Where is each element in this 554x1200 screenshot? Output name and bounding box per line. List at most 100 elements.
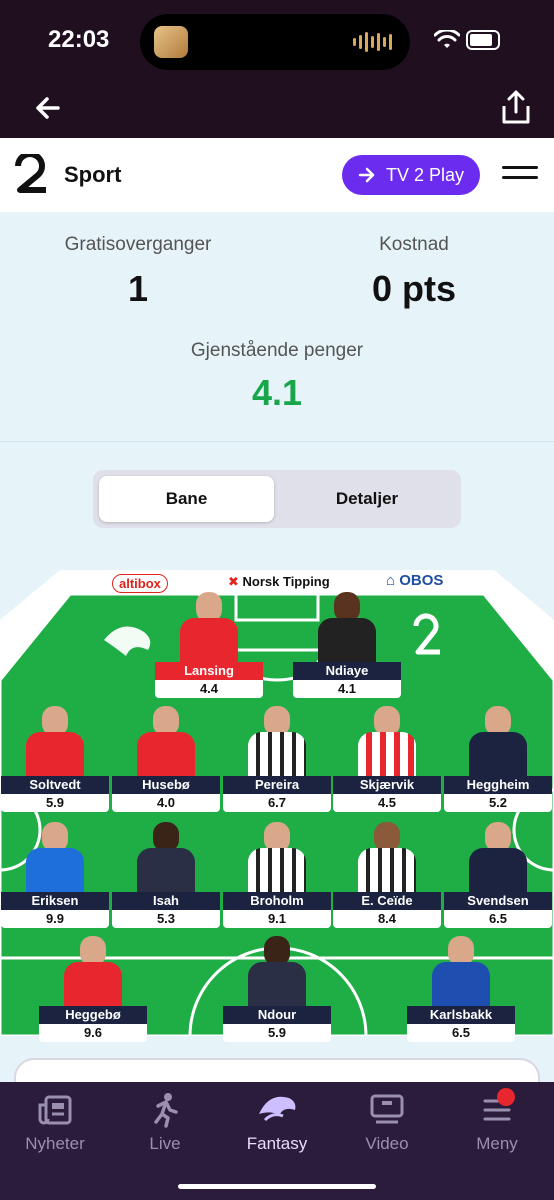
sponsor-altibox: altibox — [112, 574, 168, 593]
player-price: 4.1 — [293, 680, 401, 698]
battery-icon — [466, 30, 500, 50]
pitch: altibox ✖ Norsk Tipping ⌂ OBOS Lansing 4… — [0, 570, 554, 1042]
money-left-value: 4.1 — [251, 372, 303, 413]
bottom-tab-bar: Nyheter Live Fantasy Video Meny — [0, 1082, 554, 1200]
tab-detaljer[interactable]: Detaljer — [279, 476, 455, 522]
player-name: Heggebø — [39, 1006, 147, 1024]
player-name: Husebø — [112, 776, 220, 794]
tv2-play-label: TV 2 Play — [385, 164, 465, 185]
free-transfers-value: 1 — [127, 268, 149, 309]
tab-label: Fantasy — [246, 1134, 308, 1153]
sponsor-obos: ⌂ OBOS — [386, 572, 444, 589]
jersey-icon — [430, 936, 492, 1006]
player-name: Lansing — [155, 662, 263, 680]
tab-label: Live — [149, 1134, 181, 1153]
player-name: Eriksen — [1, 892, 109, 910]
player-price: 9.6 — [39, 1024, 147, 1042]
player-name: Soltvedt — [1, 776, 109, 794]
player-card[interactable]: Ndiaye 4.1 — [293, 592, 401, 698]
player-name: Karlsbakk — [407, 1006, 515, 1024]
tab-video[interactable]: Video — [332, 1092, 442, 1154]
free-transfers-label: Gratisoverganger — [64, 234, 212, 255]
tab-bane[interactable]: Bane — [99, 476, 274, 522]
running-player-icon — [154, 1093, 178, 1128]
player-card[interactable]: Eriksen 9.9 — [1, 822, 109, 928]
player-name: Pereira — [223, 776, 331, 794]
player-name: Broholm — [223, 892, 331, 910]
transfer-stats: Gratisoverganger 1 Kostnad 0 pts Gjenstå… — [0, 212, 554, 442]
player-name: E. Ceïde — [333, 892, 441, 910]
player-card[interactable]: Skjærvik 4.5 — [333, 706, 441, 812]
status-bar: 22:03 — [0, 0, 554, 80]
tv2-logo[interactable] — [14, 154, 50, 194]
jersey-icon — [24, 822, 86, 892]
tab-fantasy[interactable]: Fantasy — [222, 1092, 332, 1154]
player-price: 6.5 — [444, 910, 552, 928]
player-name: Heggheim — [444, 776, 552, 794]
tab-label: Nyheter — [25, 1134, 85, 1153]
app-nav-bar — [0, 80, 554, 138]
jersey-icon — [24, 706, 86, 776]
player-card[interactable]: Broholm 9.1 — [223, 822, 331, 928]
back-arrow-icon[interactable] — [30, 90, 66, 126]
player-card[interactable]: Isah 5.3 — [112, 822, 220, 928]
sponsor-norsk-tipping: ✖ Norsk Tipping — [228, 574, 330, 589]
player-price: 5.9 — [1, 794, 109, 812]
jersey-icon — [246, 706, 308, 776]
tab-meny[interactable]: Meny — [442, 1092, 552, 1154]
player-price: 4.5 — [333, 794, 441, 812]
player-price: 4.4 — [155, 680, 263, 698]
fantasy-lion-icon — [259, 1096, 296, 1122]
newspaper-icon — [38, 1095, 72, 1125]
jersey-icon — [135, 706, 197, 776]
jersey-icon — [356, 822, 418, 892]
tab-label: Video — [365, 1134, 409, 1153]
player-price: 8.4 — [333, 910, 441, 928]
player-card[interactable]: Heggebø 9.6 — [39, 936, 147, 1042]
player-name: Ndour — [223, 1006, 331, 1024]
player-name: Skjærvik — [333, 776, 441, 794]
tv2-play-button[interactable]: TV 2 Play — [342, 155, 480, 195]
player-price: 5.2 — [444, 794, 552, 812]
player-card[interactable]: Svendsen 6.5 — [444, 822, 552, 928]
money-left-label: Gjenstående penger — [190, 340, 364, 361]
player-price: 5.9 — [223, 1024, 331, 1042]
jersey-icon — [135, 822, 197, 892]
obos-icon: ⌂ — [386, 572, 396, 589]
player-card[interactable]: Heggheim 5.2 — [444, 706, 552, 812]
player-card[interactable]: Karlsbakk 6.5 — [407, 936, 515, 1042]
tab-nyheter[interactable]: Nyheter — [0, 1092, 110, 1154]
site-header: Sport TV 2 Play — [0, 138, 554, 212]
hamburger-menu-icon[interactable] — [502, 166, 538, 184]
brand-name: Sport — [64, 162, 122, 187]
home-indicator — [178, 1184, 376, 1189]
arrow-right-icon — [358, 167, 375, 183]
tab-live[interactable]: Live — [110, 1092, 220, 1154]
player-card[interactable]: Lansing 4.4 — [155, 592, 263, 698]
player-card[interactable]: Soltvedt 5.9 — [1, 706, 109, 812]
audio-waveform-icon — [353, 32, 392, 52]
tab-label: Meny — [476, 1134, 518, 1153]
player-price: 9.9 — [1, 910, 109, 928]
jersey-icon — [62, 936, 124, 1006]
player-price: 6.7 — [223, 794, 331, 812]
player-card[interactable]: Husebø 4.0 — [112, 706, 220, 812]
player-name: Isah — [112, 892, 220, 910]
now-playing-thumbnail — [154, 26, 188, 58]
player-card[interactable]: Ndour 5.9 — [223, 936, 331, 1042]
norsk-tipping-icon: ✖ — [228, 574, 239, 589]
tv-icon — [370, 1094, 404, 1124]
player-name: Ndiaye — [293, 662, 401, 680]
notification-dot — [497, 1088, 515, 1106]
player-price: 4.0 — [112, 794, 220, 812]
player-card[interactable]: Pereira 6.7 — [223, 706, 331, 812]
jersey-icon — [467, 706, 529, 776]
jersey-icon — [246, 936, 308, 1006]
share-icon[interactable] — [498, 88, 534, 128]
jersey-icon — [246, 822, 308, 892]
player-card[interactable]: E. Ceïde 8.4 — [333, 822, 441, 928]
dynamic-island — [140, 14, 410, 70]
wifi-icon — [434, 30, 460, 48]
player-price: 5.3 — [112, 910, 220, 928]
status-time: 22:03 — [48, 26, 110, 53]
